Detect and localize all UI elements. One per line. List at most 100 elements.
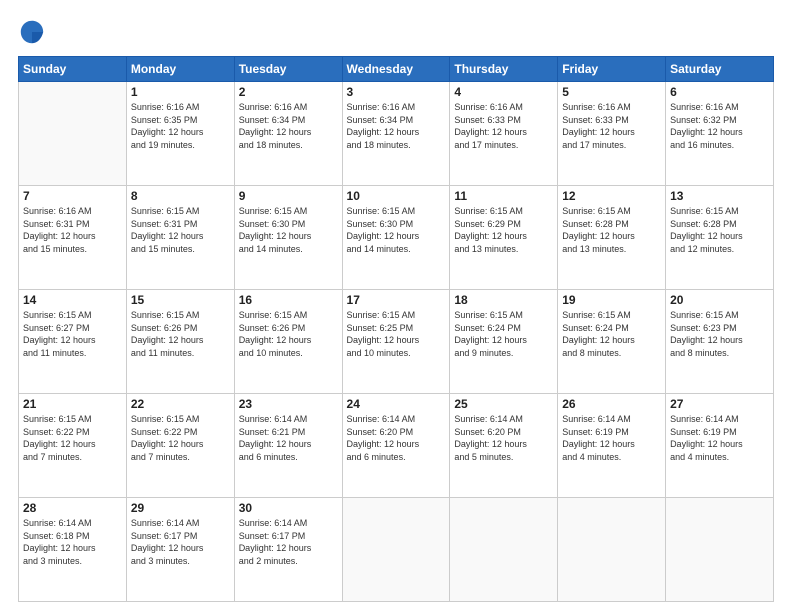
- day-info: Sunrise: 6:15 AM Sunset: 6:30 PM Dayligh…: [239, 205, 338, 255]
- day-info: Sunrise: 6:15 AM Sunset: 6:28 PM Dayligh…: [562, 205, 661, 255]
- day-info: Sunrise: 6:15 AM Sunset: 6:27 PM Dayligh…: [23, 309, 122, 359]
- calendar-cell: 15 Sunrise: 6:15 AM Sunset: 6:26 PM Dayli…: [126, 290, 234, 394]
- calendar-cell: 13 Sunrise: 6:15 AM Sunset: 6:28 PM Dayli…: [666, 186, 774, 290]
- day-info: Sunrise: 6:15 AM Sunset: 6:31 PM Dayligh…: [131, 205, 230, 255]
- day-number: 19: [562, 293, 661, 307]
- calendar-cell: 17 Sunrise: 6:15 AM Sunset: 6:25 PM Dayli…: [342, 290, 450, 394]
- calendar-cell: [19, 82, 127, 186]
- calendar-cell: 30 Sunrise: 6:14 AM Sunset: 6:17 PM Dayli…: [234, 498, 342, 602]
- day-info: Sunrise: 6:15 AM Sunset: 6:25 PM Dayligh…: [347, 309, 446, 359]
- col-wednesday: Wednesday: [342, 57, 450, 82]
- calendar-cell: 23 Sunrise: 6:14 AM Sunset: 6:21 PM Dayli…: [234, 394, 342, 498]
- calendar-cell: 18 Sunrise: 6:15 AM Sunset: 6:24 PM Dayli…: [450, 290, 558, 394]
- day-info: Sunrise: 6:15 AM Sunset: 6:26 PM Dayligh…: [131, 309, 230, 359]
- day-info: Sunrise: 6:14 AM Sunset: 6:19 PM Dayligh…: [562, 413, 661, 463]
- day-info: Sunrise: 6:16 AM Sunset: 6:35 PM Dayligh…: [131, 101, 230, 151]
- day-info: Sunrise: 6:15 AM Sunset: 6:23 PM Dayligh…: [670, 309, 769, 359]
- calendar-cell: 11 Sunrise: 6:15 AM Sunset: 6:29 PM Dayli…: [450, 186, 558, 290]
- day-number: 7: [23, 189, 122, 203]
- day-number: 28: [23, 501, 122, 515]
- calendar-cell: [558, 498, 666, 602]
- calendar-week-row: 1 Sunrise: 6:16 AM Sunset: 6:35 PM Daylig…: [19, 82, 774, 186]
- day-number: 3: [347, 85, 446, 99]
- calendar-cell: 24Sunrise: 6:14 AM Sunset: 6:20 PM Dayli…: [342, 394, 450, 498]
- day-number: 2: [239, 85, 338, 99]
- calendar-cell: 29Sunrise: 6:14 AM Sunset: 6:17 PM Dayli…: [126, 498, 234, 602]
- calendar-cell: 10Sunrise: 6:15 AM Sunset: 6:30 PM Dayli…: [342, 186, 450, 290]
- day-number: 14: [23, 293, 122, 307]
- day-info: Sunrise: 6:15 AM Sunset: 6:28 PM Dayligh…: [670, 205, 769, 255]
- day-number: 18: [454, 293, 553, 307]
- day-info: Sunrise: 6:14 AM Sunset: 6:17 PM Dayligh…: [239, 517, 338, 567]
- calendar-cell: 5Sunrise: 6:16 AM Sunset: 6:33 PM Daylig…: [558, 82, 666, 186]
- calendar-cell: 7 Sunrise: 6:16 AM Sunset: 6:31 PM Daylig…: [19, 186, 127, 290]
- calendar-cell: 4 Sunrise: 6:16 AM Sunset: 6:33 PM Daylig…: [450, 82, 558, 186]
- day-number: 20: [670, 293, 769, 307]
- day-number: 29: [131, 501, 230, 515]
- calendar-cell: 14 Sunrise: 6:15 AM Sunset: 6:27 PM Dayli…: [19, 290, 127, 394]
- day-number: 8: [131, 189, 230, 203]
- day-info: Sunrise: 6:15 AM Sunset: 6:30 PM Dayligh…: [347, 205, 446, 255]
- day-number: 15: [131, 293, 230, 307]
- day-info: Sunrise: 6:16 AM Sunset: 6:34 PM Dayligh…: [239, 101, 338, 151]
- day-number: 23: [239, 397, 338, 411]
- day-number: 17: [347, 293, 446, 307]
- day-info: Sunrise: 6:15 AM Sunset: 6:26 PM Dayligh…: [239, 309, 338, 359]
- calendar-cell: 19 Sunrise: 6:15 AM Sunset: 6:24 PM Dayli…: [558, 290, 666, 394]
- calendar-cell: 1 Sunrise: 6:16 AM Sunset: 6:35 PM Daylig…: [126, 82, 234, 186]
- calendar-cell: 9 Sunrise: 6:15 AM Sunset: 6:30 PM Daylig…: [234, 186, 342, 290]
- calendar-cell: 3 Sunrise: 6:16 AM Sunset: 6:34 PM Daylig…: [342, 82, 450, 186]
- day-number: 13: [670, 189, 769, 203]
- day-info: Sunrise: 6:14 AM Sunset: 6:20 PM Dayligh…: [347, 413, 446, 463]
- calendar-cell: 20 Sunrise: 6:15 AM Sunset: 6:23 PM Dayli…: [666, 290, 774, 394]
- day-number: 1: [131, 85, 230, 99]
- day-info: Sunrise: 6:16 AM Sunset: 6:31 PM Dayligh…: [23, 205, 122, 255]
- day-number: 11: [454, 189, 553, 203]
- day-info: Sunrise: 6:14 AM Sunset: 6:19 PM Dayligh…: [670, 413, 769, 463]
- day-number: 9: [239, 189, 338, 203]
- calendar-week-row: 14 Sunrise: 6:15 AM Sunset: 6:27 PM Dayli…: [19, 290, 774, 394]
- day-info: Sunrise: 6:16 AM Sunset: 6:32 PM Dayligh…: [670, 101, 769, 151]
- day-info: Sunrise: 6:15 AM Sunset: 6:22 PM Dayligh…: [23, 413, 122, 463]
- day-info: Sunrise: 6:14 AM Sunset: 6:18 PM Dayligh…: [23, 517, 122, 567]
- day-number: 22: [131, 397, 230, 411]
- day-number: 16: [239, 293, 338, 307]
- col-sunday: Sunday: [19, 57, 127, 82]
- calendar-cell: 25Sunrise: 6:14 AM Sunset: 6:20 PM Dayli…: [450, 394, 558, 498]
- page-header: [18, 18, 774, 46]
- col-monday: Monday: [126, 57, 234, 82]
- day-number: 4: [454, 85, 553, 99]
- day-number: 21: [23, 397, 122, 411]
- calendar-cell: 2 Sunrise: 6:16 AM Sunset: 6:34 PM Daylig…: [234, 82, 342, 186]
- calendar-cell: 6 Sunrise: 6:16 AM Sunset: 6:32 PM Daylig…: [666, 82, 774, 186]
- day-info: Sunrise: 6:14 AM Sunset: 6:21 PM Dayligh…: [239, 413, 338, 463]
- day-number: 6: [670, 85, 769, 99]
- day-number: 30: [239, 501, 338, 515]
- day-info: Sunrise: 6:15 AM Sunset: 6:29 PM Dayligh…: [454, 205, 553, 255]
- day-info: Sunrise: 6:16 AM Sunset: 6:33 PM Dayligh…: [454, 101, 553, 151]
- day-number: 25: [454, 397, 553, 411]
- day-info: Sunrise: 6:16 AM Sunset: 6:34 PM Dayligh…: [347, 101, 446, 151]
- calendar-cell: [666, 498, 774, 602]
- calendar-cell: 28 Sunrise: 6:14 AM Sunset: 6:18 PM Dayli…: [19, 498, 127, 602]
- calendar-week-row: 7 Sunrise: 6:16 AM Sunset: 6:31 PM Daylig…: [19, 186, 774, 290]
- col-saturday: Saturday: [666, 57, 774, 82]
- calendar-cell: [450, 498, 558, 602]
- day-number: 5: [562, 85, 661, 99]
- calendar-cell: 12Sunrise: 6:15 AM Sunset: 6:28 PM Dayli…: [558, 186, 666, 290]
- calendar-cell: 8 Sunrise: 6:15 AM Sunset: 6:31 PM Daylig…: [126, 186, 234, 290]
- calendar-cell: 16 Sunrise: 6:15 AM Sunset: 6:26 PM Dayli…: [234, 290, 342, 394]
- calendar-cell: [342, 498, 450, 602]
- calendar-table: Sunday Monday Tuesday Wednesday Thursday…: [18, 56, 774, 602]
- calendar-week-row: 28 Sunrise: 6:14 AM Sunset: 6:18 PM Dayli…: [19, 498, 774, 602]
- col-tuesday: Tuesday: [234, 57, 342, 82]
- day-info: Sunrise: 6:15 AM Sunset: 6:22 PM Dayligh…: [131, 413, 230, 463]
- day-number: 27: [670, 397, 769, 411]
- calendar-cell: 26 Sunrise: 6:14 AM Sunset: 6:19 PM Dayli…: [558, 394, 666, 498]
- day-info: Sunrise: 6:15 AM Sunset: 6:24 PM Dayligh…: [454, 309, 553, 359]
- calendar-week-row: 21 Sunrise: 6:15 AM Sunset: 6:22 PM Dayli…: [19, 394, 774, 498]
- col-thursday: Thursday: [450, 57, 558, 82]
- logo-icon: [18, 18, 46, 46]
- day-number: 26: [562, 397, 661, 411]
- day-info: Sunrise: 6:15 AM Sunset: 6:24 PM Dayligh…: [562, 309, 661, 359]
